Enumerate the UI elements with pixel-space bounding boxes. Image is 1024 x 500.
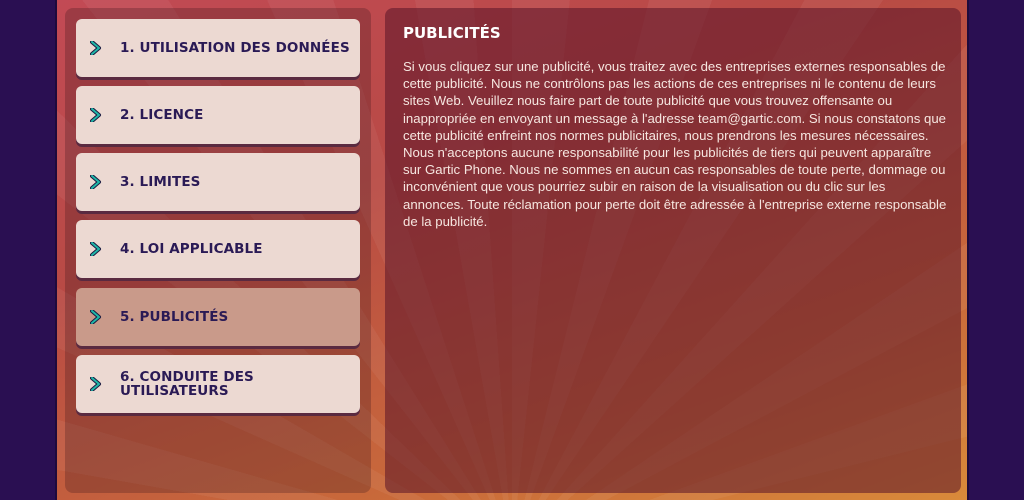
section-menu: 1. UTILISATION DES DONNÉES 2. LICENCE 3.… (65, 8, 371, 493)
chevron-right-icon (90, 242, 120, 256)
section-body-text: Si vous cliquez sur une publicité, vous … (403, 59, 947, 229)
menu-item-applicable-law[interactable]: 4. LOI APPLICABLE (76, 220, 360, 278)
main-frame: 1. UTILISATION DES DONNÉES 2. LICENCE 3.… (55, 0, 969, 500)
chevron-right-icon (90, 175, 120, 189)
menu-item-advertising[interactable]: 5. PUBLICITÉS (76, 288, 360, 346)
menu-item-label: 1. UTILISATION DES DONNÉES (120, 40, 350, 56)
menu-item-limits[interactable]: 3. LIMITES (76, 153, 360, 211)
menu-item-data-usage[interactable]: 1. UTILISATION DES DONNÉES (76, 19, 360, 77)
menu-item-label: 4. LOI APPLICABLE (120, 241, 263, 257)
section-title: PUBLICITÉS (403, 24, 501, 42)
menu-item-label: 2. LICENCE (120, 107, 204, 123)
chevron-right-icon (90, 41, 120, 55)
menu-item-label: 3. LIMITES (120, 174, 201, 190)
chevron-right-icon (90, 310, 120, 324)
menu-item-label: 6. CONDUITE DES UTILISATEURS (120, 369, 254, 399)
chevron-right-icon (90, 108, 120, 122)
menu-item-user-conduct[interactable]: 6. CONDUITE DES UTILISATEURS (76, 355, 360, 413)
content-panel: PUBLICITÉS Si vous cliquez sur une publi… (385, 8, 961, 493)
menu-item-label: 5. PUBLICITÉS (120, 309, 229, 325)
chevron-right-icon (90, 377, 120, 391)
menu-item-license[interactable]: 2. LICENCE (76, 86, 360, 144)
